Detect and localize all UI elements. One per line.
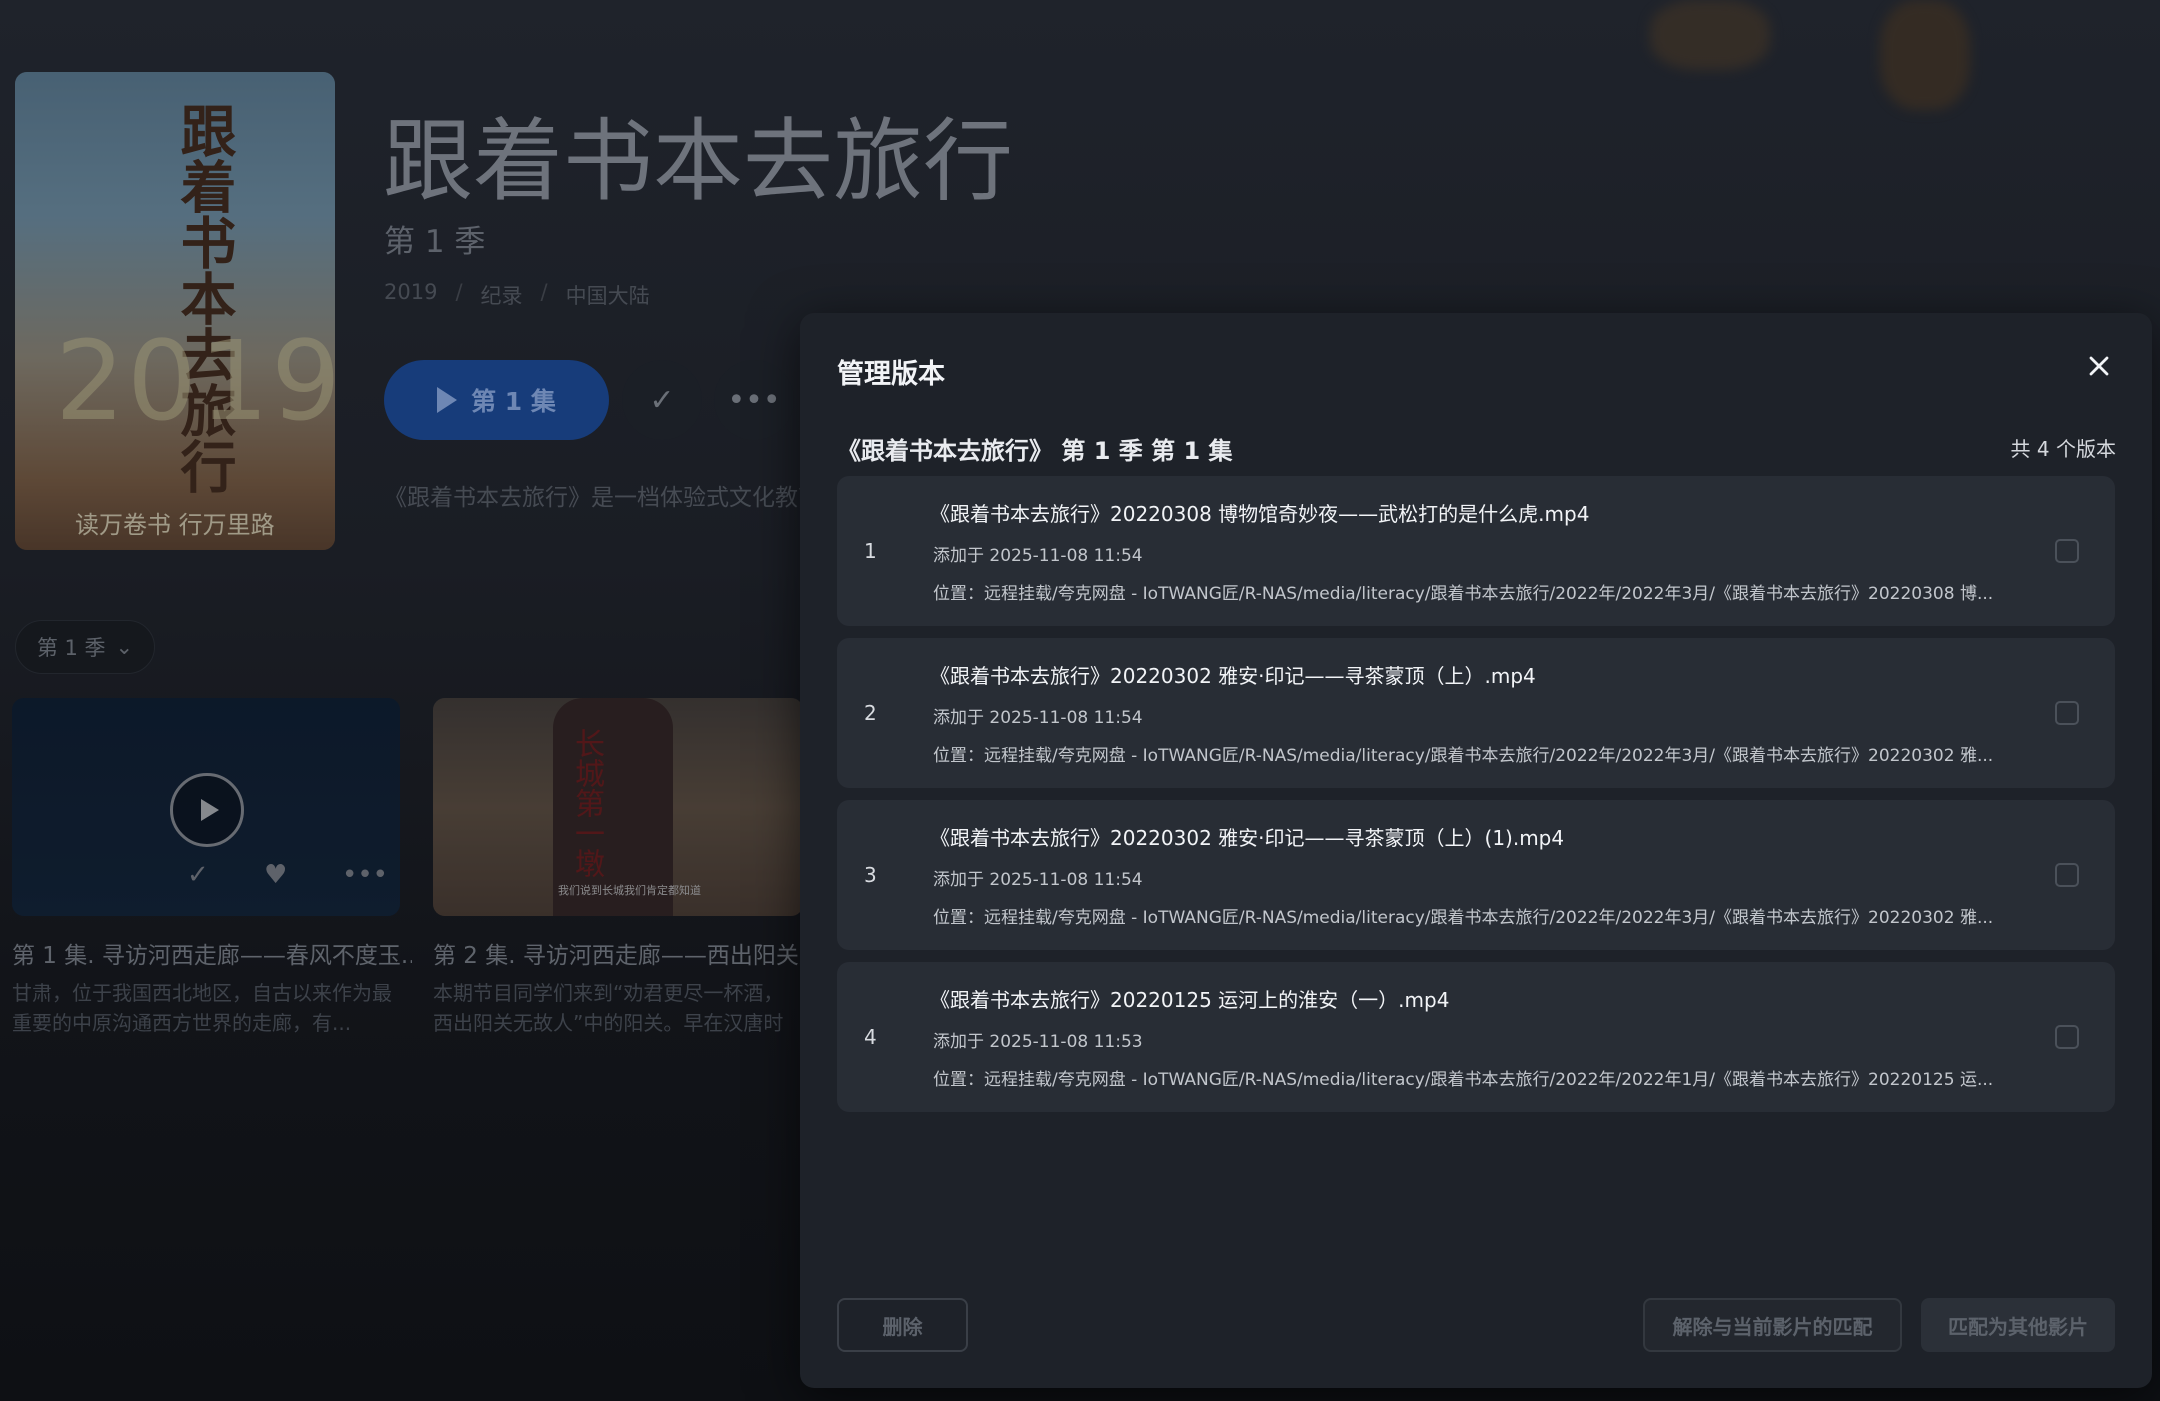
episode-description: 本期节目同学们来到“劝君更尽一杯酒，西出阳关无故人”中的阳关。早在汉唐时期 bbox=[433, 981, 784, 1035]
version-path: 位置：远程挂载/夸克网盘 - IoTWANG匠/R-NAS/media/lite… bbox=[933, 584, 1994, 604]
version-checkbox[interactable] bbox=[2055, 863, 2079, 887]
show-poster: 跟着书本去旅行 2019 读万卷书 行万里路 bbox=[15, 72, 335, 550]
version-count: 共 4 个版本 bbox=[2010, 437, 2116, 461]
unmatch-button[interactable]: 解除与当前影片的匹配 bbox=[1643, 1298, 1902, 1352]
show-description: 《跟着书本去旅行》是一档体验式文化教育 bbox=[384, 485, 821, 511]
season-dropdown-label: 第 1 季 bbox=[36, 636, 106, 660]
play-button-label: 第 1 集 bbox=[471, 387, 556, 416]
meta-year: 2019 bbox=[384, 280, 438, 304]
version-item[interactable]: 3 《跟着书本去旅行》20220302 雅安·印记——寻茶蒙顶（上）(1).mp… bbox=[837, 800, 2115, 950]
season-label: 第 1 季 bbox=[384, 224, 486, 260]
play-episode-button[interactable]: 第 1 集 bbox=[384, 360, 609, 440]
more-icon: ••• bbox=[727, 382, 781, 418]
meta-separator: / bbox=[540, 280, 548, 304]
poster-dim-overlay bbox=[15, 72, 335, 550]
meta-separator: / bbox=[455, 280, 463, 304]
version-item[interactable]: 4 《跟着书本去旅行》20220125 运河上的淮安（一）.mp4 添加于 20… bbox=[837, 962, 2115, 1112]
backdrop-shape bbox=[1880, 0, 1970, 110]
episode-description: 甘肃，位于我国西北地区，自古以来作为最重要的中原沟通西方世界的走廊，有... bbox=[12, 981, 392, 1035]
show-meta: 2019 / 纪录 / 中国大陆 bbox=[384, 280, 650, 310]
episode-thumbnail[interactable]: ✓ ♥ ••• bbox=[12, 698, 400, 916]
close-icon bbox=[2089, 356, 2109, 376]
version-added-time: 添加于 2025-11-08 11:53 bbox=[933, 1032, 1143, 1052]
more-options-button[interactable]: ••• bbox=[714, 360, 794, 440]
match-other-button[interactable]: 匹配为其他影片 bbox=[1921, 1298, 2115, 1352]
version-item[interactable]: 2 《跟着书本去旅行》20220302 雅安·印记——寻茶蒙顶（上）.mp4 添… bbox=[837, 638, 2115, 788]
version-added-time: 添加于 2025-11-08 11:54 bbox=[933, 546, 1143, 566]
version-index: 3 bbox=[864, 863, 877, 887]
version-path: 位置：远程挂载/夸克网盘 - IoTWANG匠/R-NAS/media/lite… bbox=[933, 908, 1994, 928]
version-added-time: 添加于 2025-11-08 11:54 bbox=[933, 870, 1143, 890]
version-list: 1 《跟着书本去旅行》20220308 博物馆奇妙夜——武松打的是什么虎.mp4… bbox=[837, 476, 2115, 1124]
version-filename: 《跟着书本去旅行》20220302 雅安·印记——寻茶蒙顶（上）.mp4 bbox=[930, 664, 1536, 688]
episode-thumbnail[interactable]: 长城第一墩 我们说到长城我们肯定都知道 bbox=[433, 698, 803, 916]
chevron-down-icon: ⌄ bbox=[115, 635, 134, 659]
version-index: 2 bbox=[864, 701, 877, 725]
episode-title[interactable]: 第 1 集. 寻访河西走廊——春风不度玉... bbox=[12, 936, 412, 970]
version-filename: 《跟着书本去旅行》20220302 雅安·印记——寻茶蒙顶（上）(1).mp4 bbox=[930, 826, 1565, 850]
delete-button[interactable]: 删除 bbox=[837, 1298, 968, 1352]
backdrop-shape bbox=[1650, 0, 1770, 70]
version-index: 1 bbox=[864, 539, 877, 563]
episode-title[interactable]: 第 2 集. 寻访河西走廊——西出阳关无 bbox=[433, 936, 803, 970]
episode-heading: 《跟着书本去旅行》 第 1 季 第 1 集 bbox=[837, 437, 1233, 465]
play-icon bbox=[437, 387, 458, 413]
close-button[interactable] bbox=[2082, 349, 2116, 383]
manage-versions-dialog: 管理版本 《跟着书本去旅行》 第 1 季 第 1 集 共 4 个版本 1 《跟着… bbox=[800, 313, 2152, 1388]
dialog-title: 管理版本 bbox=[837, 359, 945, 390]
thumbnail-dim-overlay bbox=[12, 698, 400, 916]
season-dropdown[interactable]: 第 1 季 ⌄ bbox=[15, 620, 155, 674]
version-path: 位置：远程挂载/夸克网盘 - IoTWANG匠/R-NAS/media/lite… bbox=[933, 1070, 1994, 1090]
thumbnail-dim-overlay bbox=[433, 698, 803, 916]
version-checkbox[interactable] bbox=[2055, 539, 2079, 563]
version-path: 位置：远程挂载/夸克网盘 - IoTWANG匠/R-NAS/media/lite… bbox=[933, 746, 1994, 766]
version-filename: 《跟着书本去旅行》20220125 运河上的淮安（一）.mp4 bbox=[930, 988, 1450, 1012]
meta-region: 中国大陆 bbox=[565, 284, 650, 308]
mark-watched-button[interactable]: ✓ bbox=[622, 360, 702, 440]
check-icon: ✓ bbox=[649, 382, 675, 418]
version-checkbox[interactable] bbox=[2055, 1025, 2079, 1049]
show-title: 跟着书本去旅行 bbox=[383, 109, 1013, 214]
version-checkbox[interactable] bbox=[2055, 701, 2079, 725]
version-filename: 《跟着书本去旅行》20220308 博物馆奇妙夜——武松打的是什么虎.mp4 bbox=[930, 502, 1590, 526]
version-added-time: 添加于 2025-11-08 11:54 bbox=[933, 708, 1143, 728]
version-index: 4 bbox=[864, 1025, 877, 1049]
meta-genre: 纪录 bbox=[480, 284, 523, 308]
version-item[interactable]: 1 《跟着书本去旅行》20220308 博物馆奇妙夜——武松打的是什么虎.mp4… bbox=[837, 476, 2115, 626]
